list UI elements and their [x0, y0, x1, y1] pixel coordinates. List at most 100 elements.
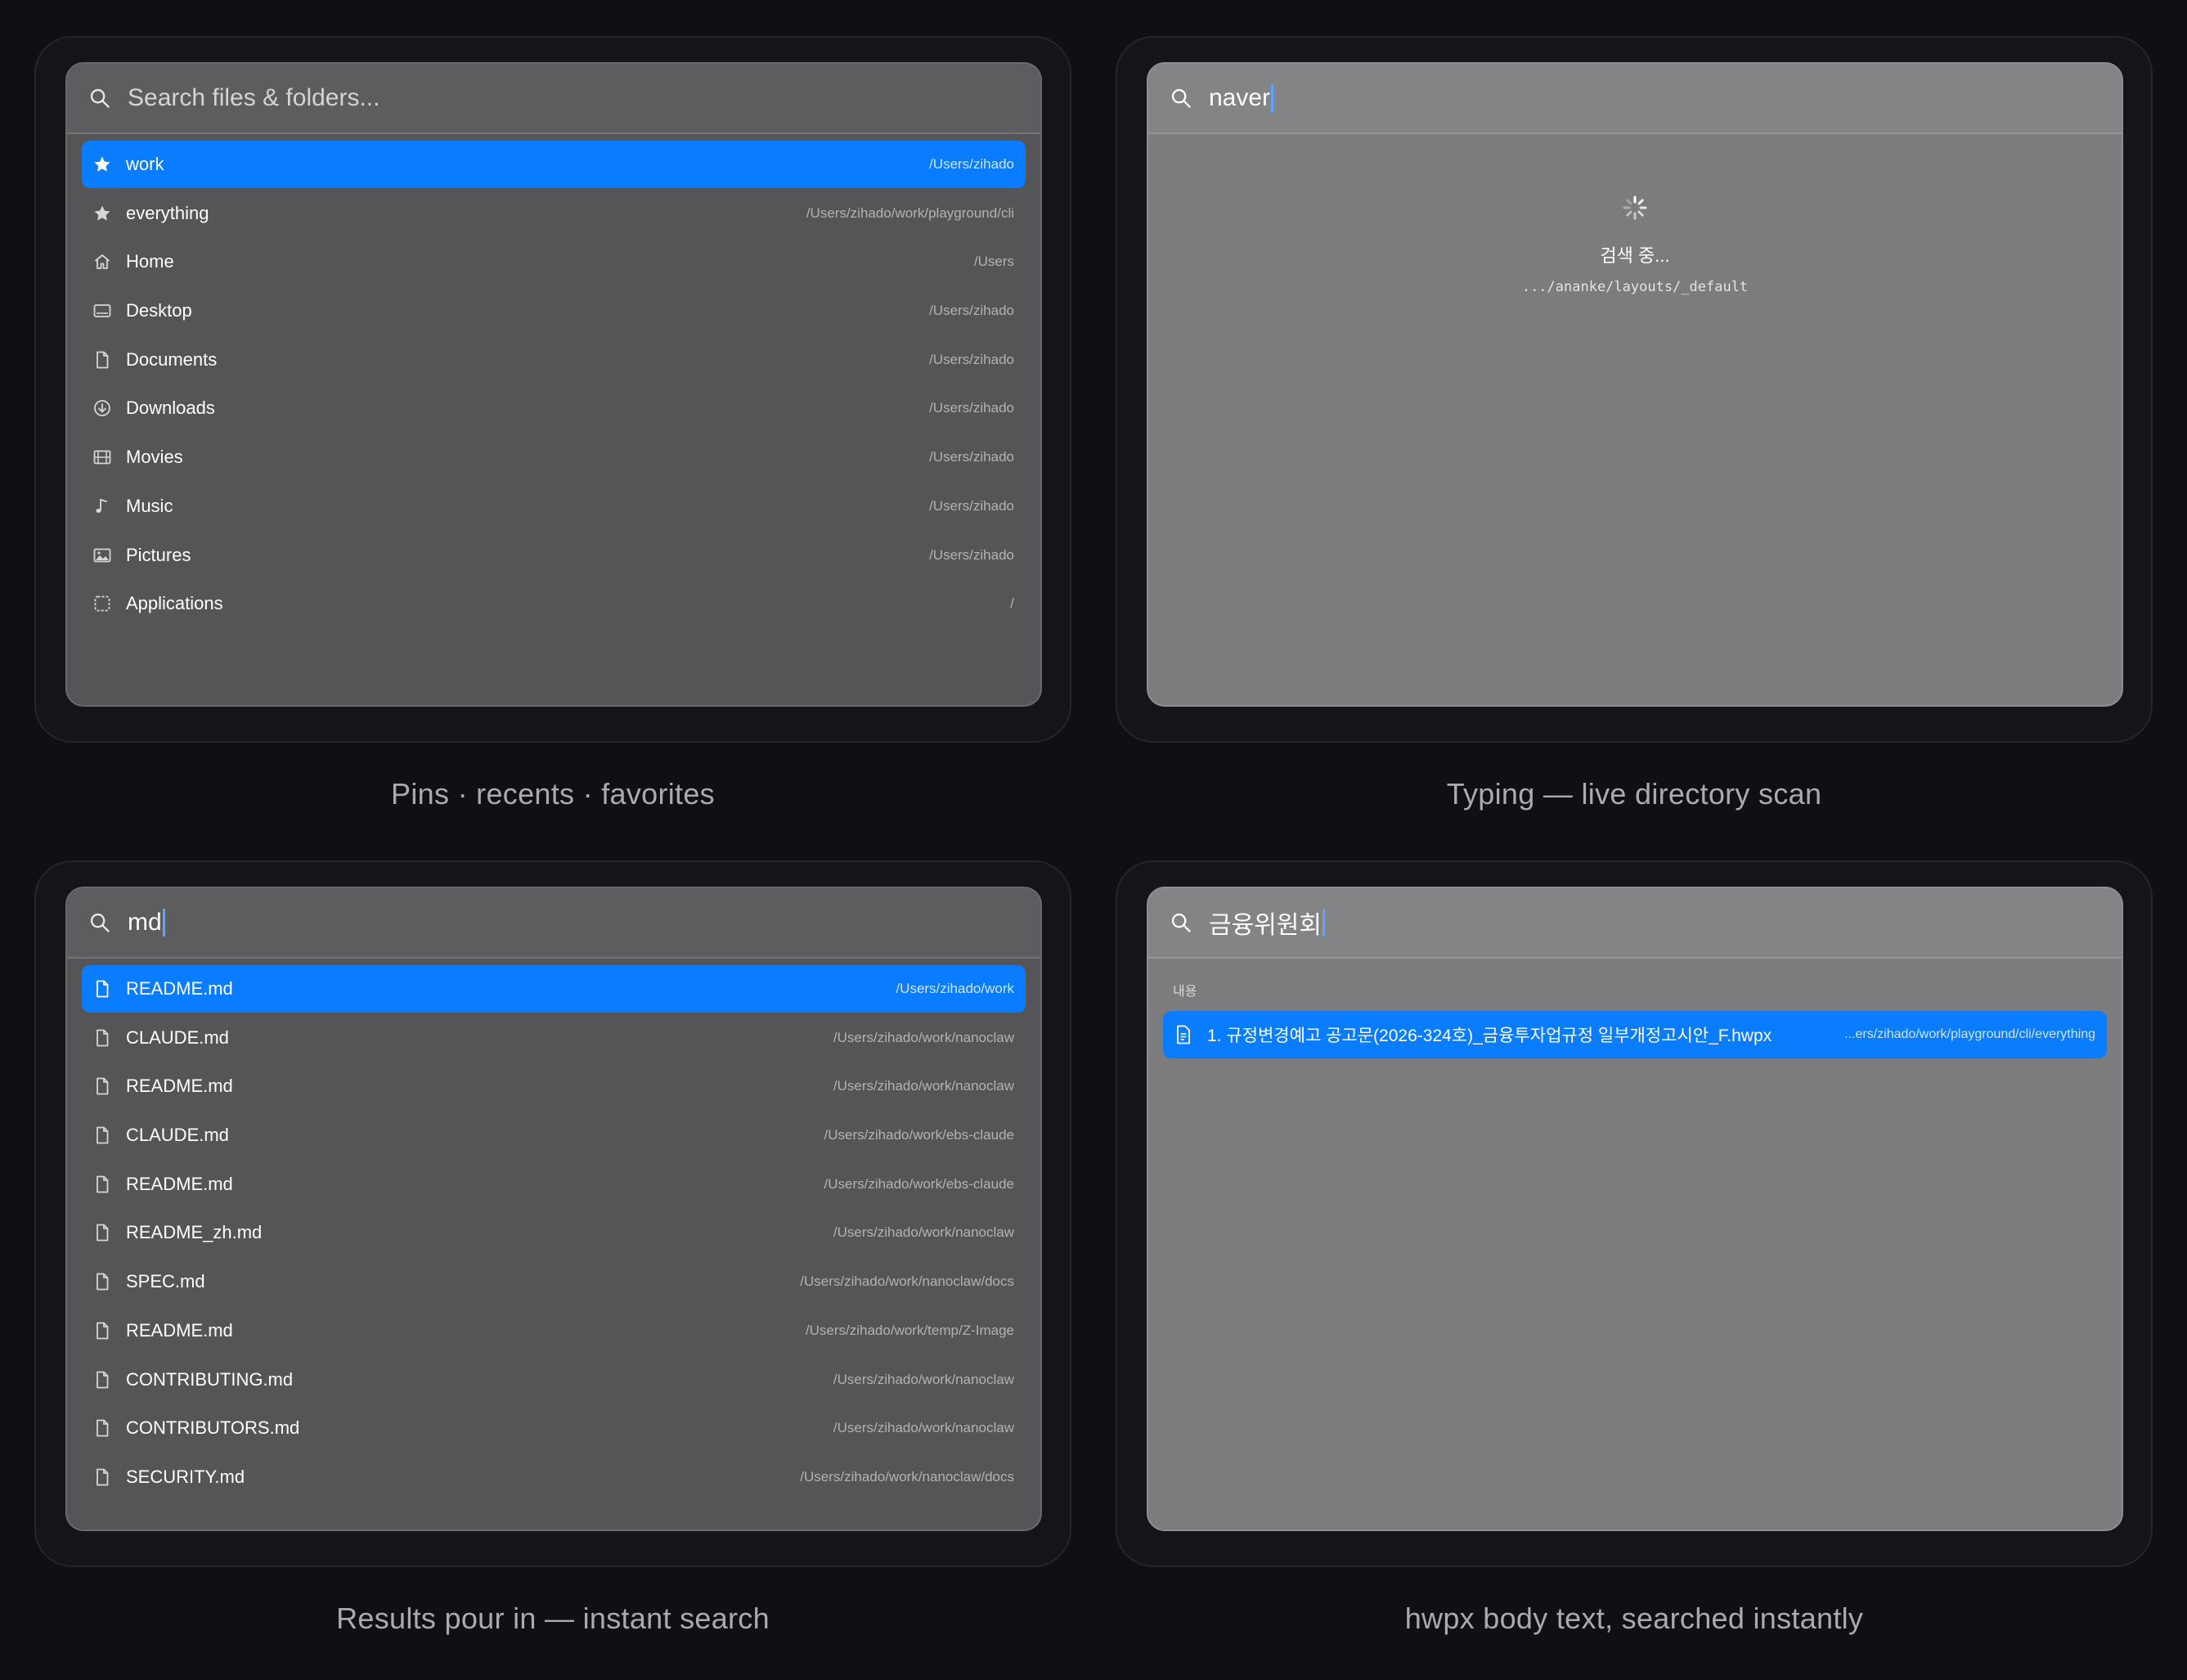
search-input[interactable]: md: [128, 909, 165, 937]
file-icon: [92, 1222, 113, 1243]
item-name: CLAUDE.md: [126, 1125, 229, 1146]
item-name: Downloads: [126, 398, 215, 419]
music-icon: [92, 496, 113, 517]
item-path: /Users/zihado: [929, 156, 1014, 172]
list-item[interactable]: README.md/Users/zihado/work: [82, 965, 1026, 1013]
list-item[interactable]: Home/Users: [82, 238, 1026, 285]
file-icon: [92, 1174, 113, 1195]
text-caret: [1323, 909, 1325, 937]
list-item[interactable]: Desktop/Users/zihado: [82, 287, 1026, 335]
file-icon: [92, 1125, 113, 1146]
item-path: /Users/zihado/work/nanoclaw: [833, 1371, 1014, 1387]
file-icon: [92, 1417, 113, 1439]
item-name: Home: [126, 251, 174, 272]
item-path: /Users/zihado: [929, 351, 1014, 367]
list-item[interactable]: work/Users/zihado: [82, 141, 1026, 188]
list-item[interactable]: Applications /: [82, 580, 1026, 627]
item-name: Pictures: [126, 544, 191, 565]
download-icon: [92, 398, 113, 419]
file-icon: [92, 1467, 113, 1488]
list-item[interactable]: CONTRIBUTING.md/Users/zihado/work/nanocl…: [82, 1356, 1026, 1404]
list-item[interactable]: Pictures/Users/zihado: [82, 532, 1026, 579]
searching-status: 검색 중...: [1600, 245, 1670, 266]
scan-status: 검색 중... .../ananke/layouts/_default: [1148, 195, 2122, 295]
loading-spinner-icon: [1623, 195, 1647, 220]
search-bar[interactable]: naver: [1148, 64, 2122, 134]
list-item[interactable]: Downloads/Users/zihado: [82, 384, 1026, 432]
list-item[interactable]: README_zh.md/Users/zihado/work/nanoclaw: [82, 1209, 1026, 1256]
search-bar[interactable]: 금융위원회: [1148, 888, 2122, 959]
item-name: README.md: [126, 1076, 233, 1097]
file-icon: [92, 1076, 113, 1097]
file-icon: [92, 1027, 113, 1049]
search-bar[interactable]: md: [67, 888, 1040, 959]
search-input[interactable]: naver: [1209, 84, 1274, 112]
results-list: README.md/Users/zihado/work CLAUDE.md/Use…: [67, 959, 1040, 1501]
item-path: /Users/zihado: [929, 546, 1014, 563]
typing-frame: naver 검색 중... .../ananke/layouts/_defaul…: [1116, 36, 2153, 743]
list-item[interactable]: everything/Users/zihado/work/playground/…: [82, 190, 1026, 237]
item-path: /Users/zihado/work/nanoclaw: [833, 1078, 1014, 1094]
item-path: /Users/zihado/work: [896, 981, 1014, 996]
document-icon: [92, 349, 113, 371]
pins-list: work/Users/zihado everything/Users/zihado…: [67, 134, 1040, 627]
item-path: /Users/zihado/work/nanoclaw/docs: [800, 1468, 1014, 1485]
list-item[interactable]: Movies/Users/zihado: [82, 433, 1026, 481]
list-fade: [67, 1505, 1040, 1530]
query-text: naver: [1209, 84, 1271, 111]
result-path: ...ers/zihado/work/playground/cli/everyt…: [1844, 1027, 2095, 1041]
item-name: Movies: [126, 447, 183, 468]
list-item[interactable]: README.md/Users/zihado/work/nanoclaw: [82, 1062, 1026, 1110]
query-text: 금융위원회: [1209, 912, 1322, 939]
item-path: /Users: [973, 254, 1014, 270]
pins-frame: Search files & folders... work/Users/zih…: [34, 36, 1071, 743]
star-icon: [92, 203, 113, 224]
list-item[interactable]: README.md/Users/zihado/work/temp/Z-Image: [82, 1307, 1026, 1354]
query-text: md: [128, 909, 162, 936]
item-name: README.md: [126, 1173, 233, 1194]
item-path: /Users/zihado/work/playground/cli: [806, 204, 1014, 221]
item-path: /Users/zihado/work/ebs-claude: [824, 1127, 1014, 1143]
list-item[interactable]: Documents/Users/zihado: [82, 336, 1026, 384]
applications-icon: [92, 593, 113, 614]
item-name: Music: [126, 495, 173, 516]
search-bar[interactable]: Search files & folders...: [67, 64, 1040, 134]
item-path: /Users/zihado/work/nanoclaw: [833, 1029, 1014, 1045]
launcher-panel-typing: naver 검색 중... .../ananke/layouts/_defaul…: [1147, 62, 2123, 707]
text-caret: [1271, 84, 1274, 112]
file-icon: [92, 1320, 113, 1341]
item-path: /Users/zihado: [929, 449, 1014, 465]
search-input[interactable]: 금융위원회: [1209, 905, 1325, 941]
result-name: 1. 규정변경예고 공고문(2026-324호)_금융투자업규정 일부개정고시안…: [1207, 1026, 1772, 1045]
item-name: README.md: [126, 1319, 233, 1341]
item-name: CONTRIBUTORS.md: [126, 1417, 300, 1439]
list-item[interactable]: SECURITY.md/Users/zihado/work/nanoclaw/d…: [82, 1453, 1026, 1501]
list-item[interactable]: SPEC.md/Users/zihado/work/nanoclaw/docs: [82, 1258, 1026, 1305]
item-name: Applications: [126, 593, 223, 614]
caption-pins: Pins · recents · favorites: [391, 777, 715, 811]
search-input[interactable]: Search files & folders...: [128, 84, 379, 112]
item-path: /Users/zihado: [929, 303, 1014, 319]
film-icon: [92, 447, 113, 468]
item-name: CLAUDE.md: [126, 1026, 229, 1048]
star-icon: [92, 154, 113, 175]
list-item[interactable]: README.md/Users/zihado/work/ebs-claude: [82, 1161, 1026, 1208]
list-item[interactable]: CLAUDE.md/Users/zihado/work/ebs-claude: [82, 1112, 1026, 1159]
item-name: SECURITY.md: [126, 1466, 245, 1487]
scan-path: .../ananke/layouts/_default: [1521, 279, 1749, 295]
item-path: /Users/zihado/work/ebs-claude: [824, 1175, 1014, 1192]
launcher-panel-results: md README.md/Users/zihado/work CLAUDE.md /…: [65, 887, 1042, 1531]
file-icon: [92, 1369, 113, 1390]
item-name: README.md: [126, 978, 233, 999]
list-item[interactable]: CLAUDE.md/Users/zihado/work/nanoclaw: [82, 1014, 1026, 1062]
list-item[interactable]: CONTRIBUTORS.md/Users/zihado/work/nanocl…: [82, 1404, 1026, 1452]
item-path: /Users/zihado/work/nanoclaw: [833, 1420, 1014, 1436]
item-name: work: [126, 154, 164, 174]
item-path: /Users/zihado: [929, 497, 1014, 514]
item-name: everything: [126, 202, 209, 223]
text-caret: [162, 909, 165, 937]
content-result-row[interactable]: 1. 규정변경예고 공고문(2026-324호)_금융투자업규정 일부개정고시안…: [1163, 1011, 2107, 1058]
section-label-content: 내용: [1173, 985, 1197, 999]
list-item[interactable]: Music/Users/zihado: [82, 483, 1026, 530]
item-path: /Users/zihado/work/nanoclaw/docs: [800, 1273, 1014, 1290]
